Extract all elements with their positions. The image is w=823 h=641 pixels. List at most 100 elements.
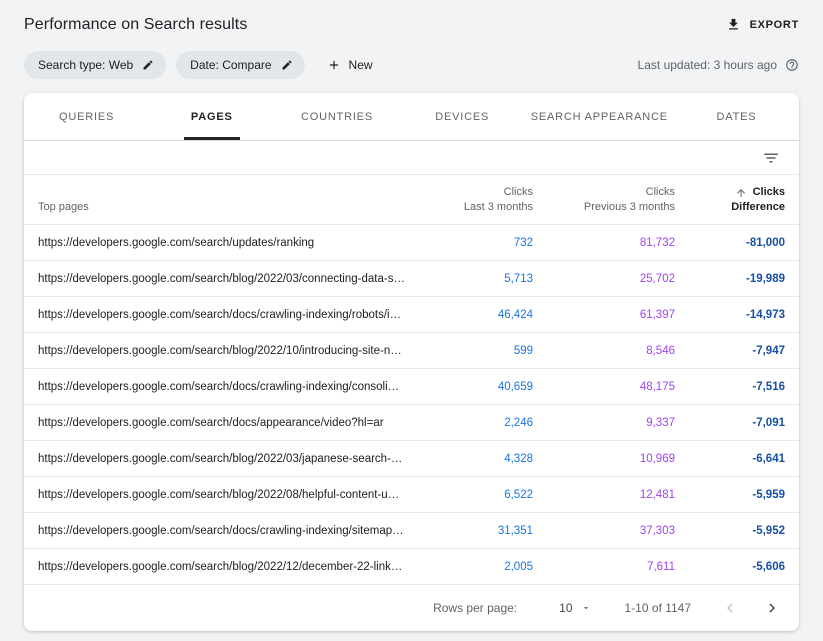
table-row[interactable]: https://developers.google.com/search/doc… (24, 405, 799, 441)
new-filter-button[interactable]: New (321, 54, 379, 76)
tab[interactable]: DATES (674, 93, 799, 140)
clicks-previous-3-months-value: 48,175 (547, 369, 689, 405)
page-url[interactable]: https://developers.google.com/search/blo… (24, 261, 419, 297)
next-page-button[interactable] (761, 597, 783, 619)
clicks-last-3-months-value: 4,328 (419, 441, 547, 477)
filter-chip-label: Date: Compare (190, 58, 271, 72)
page-url[interactable]: https://developers.google.com/search/upd… (24, 225, 419, 261)
table-row[interactable]: https://developers.google.com/search/doc… (24, 513, 799, 549)
edit-pencil-icon (142, 59, 154, 71)
clicks-previous-3-months-value: 10,969 (547, 441, 689, 477)
clicks-last-3-months-value: 2,005 (419, 549, 547, 585)
clicks-last-3-months-value: 599 (419, 333, 547, 369)
table-row[interactable]: https://developers.google.com/search/blo… (24, 261, 799, 297)
pagination-range: 1-10 of 1147 (625, 601, 692, 615)
page-url[interactable]: https://developers.google.com/search/doc… (24, 369, 419, 405)
clicks-previous-3-months-value: 25,702 (547, 261, 689, 297)
clicks-last-3-months-value: 5,713 (419, 261, 547, 297)
clicks-last-3-months-value: 6,522 (419, 477, 547, 513)
clicks-difference-value: -7,516 (689, 369, 799, 405)
tab[interactable]: PAGES (149, 93, 274, 140)
help-icon[interactable] (785, 58, 799, 72)
page-url[interactable]: https://developers.google.com/search/doc… (24, 297, 419, 333)
clicks-difference-value: -81,000 (689, 225, 799, 261)
clicks-last-3-months-value: 40,659 (419, 369, 547, 405)
new-filter-label: New (349, 58, 373, 72)
page-title: Performance on Search results (24, 16, 247, 34)
table-header-row: Top pages Clicks Last 3 months Clicks Pr… (24, 175, 799, 225)
tab-label: SEARCH APPEARANCE (531, 111, 668, 123)
clicks-difference-value: -5,952 (689, 513, 799, 549)
table-row[interactable]: https://developers.google.com/search/blo… (24, 477, 799, 513)
page-url[interactable]: https://developers.google.com/search/blo… (24, 549, 419, 585)
rows-per-page-select[interactable]: 10 (559, 601, 590, 615)
tab-label: PAGES (191, 111, 233, 123)
chevron-right-icon (763, 599, 781, 617)
rows-per-page-label: Rows per page: (433, 601, 517, 615)
clicks-previous-3-months-value: 12,481 (547, 477, 689, 513)
tab[interactable]: COUNTRIES (274, 93, 399, 140)
pager (719, 597, 783, 619)
table-toolbar (24, 141, 799, 175)
page-url[interactable]: https://developers.google.com/search/doc… (24, 513, 419, 549)
export-label: EXPORT (750, 19, 799, 31)
export-button[interactable]: EXPORT (726, 13, 799, 36)
table-row[interactable]: https://developers.google.com/search/doc… (24, 297, 799, 333)
table-row[interactable]: https://developers.google.com/search/doc… (24, 369, 799, 405)
dropdown-arrow-icon (581, 603, 591, 613)
page-header: Performance on Search results EXPORT (0, 0, 823, 43)
clicks-previous-3-months-value: 81,732 (547, 225, 689, 261)
filter-chip-label: Search type: Web (38, 58, 133, 72)
clicks-last-3-months-value: 46,424 (419, 297, 547, 333)
last-updated-text: Last updated: 3 hours ago (638, 58, 777, 72)
clicks-difference-value: -14,973 (689, 297, 799, 333)
column-header-clicks-previous[interactable]: Clicks Previous 3 months (547, 175, 689, 225)
clicks-previous-3-months-value: 37,303 (547, 513, 689, 549)
column-header-top-pages[interactable]: Top pages (24, 175, 419, 225)
clicks-difference-value: -19,989 (689, 261, 799, 297)
table-footer: Rows per page: 10 1-10 of 1147 (24, 585, 799, 631)
page-url[interactable]: https://developers.google.com/search/blo… (24, 477, 419, 513)
filter-list-icon[interactable] (760, 147, 782, 169)
column-header-clicks-last[interactable]: Clicks Last 3 months (419, 175, 547, 225)
clicks-last-3-months-value: 732 (419, 225, 547, 261)
clicks-previous-3-months-value: 7,611 (547, 549, 689, 585)
report-card: QUERIES PAGES COUNTRIES DEVICES SEARCH A… (24, 93, 799, 631)
tab-bar: QUERIES PAGES COUNTRIES DEVICES SEARCH A… (24, 93, 799, 141)
clicks-previous-3-months-value: 9,337 (547, 405, 689, 441)
clicks-previous-3-months-value: 8,546 (547, 333, 689, 369)
filter-bar: Search type: Web Date: Compare New Last … (0, 43, 823, 93)
clicks-difference-value: -6,641 (689, 441, 799, 477)
table-body: https://developers.google.com/search/upd… (24, 225, 799, 585)
last-updated: Last updated: 3 hours ago (638, 58, 799, 72)
page-url[interactable]: https://developers.google.com/search/blo… (24, 441, 419, 477)
tab-label: COUNTRIES (301, 111, 373, 123)
table-row[interactable]: https://developers.google.com/search/upd… (24, 225, 799, 261)
tab[interactable]: QUERIES (24, 93, 149, 140)
tab-label: DEVICES (435, 111, 489, 123)
sort-ascending-icon (735, 187, 747, 199)
edit-pencil-icon (281, 59, 293, 71)
pages-table: Top pages Clicks Last 3 months Clicks Pr… (24, 175, 799, 585)
clicks-last-3-months-value: 2,246 (419, 405, 547, 441)
column-header-clicks-difference[interactable]: Clicks Difference (689, 175, 799, 225)
rows-per-page-value: 10 (559, 601, 572, 615)
filter-chips: Search type: Web Date: Compare (24, 51, 305, 79)
page-url[interactable]: https://developers.google.com/search/blo… (24, 333, 419, 369)
tab[interactable]: DEVICES (400, 93, 525, 140)
chevron-left-icon (721, 599, 739, 617)
clicks-difference-value: -7,947 (689, 333, 799, 369)
clicks-difference-value: -5,606 (689, 549, 799, 585)
table-row[interactable]: https://developers.google.com/search/blo… (24, 333, 799, 369)
clicks-difference-value: -5,959 (689, 477, 799, 513)
clicks-difference-value: -7,091 (689, 405, 799, 441)
filter-chip[interactable]: Search type: Web (24, 51, 166, 79)
filter-chip[interactable]: Date: Compare (176, 51, 304, 79)
page-url[interactable]: https://developers.google.com/search/doc… (24, 405, 419, 441)
table-row[interactable]: https://developers.google.com/search/blo… (24, 441, 799, 477)
plus-icon (327, 58, 341, 72)
previous-page-button (719, 597, 741, 619)
clicks-last-3-months-value: 31,351 (419, 513, 547, 549)
tab[interactable]: SEARCH APPEARANCE (525, 93, 674, 140)
table-row[interactable]: https://developers.google.com/search/blo… (24, 549, 799, 585)
